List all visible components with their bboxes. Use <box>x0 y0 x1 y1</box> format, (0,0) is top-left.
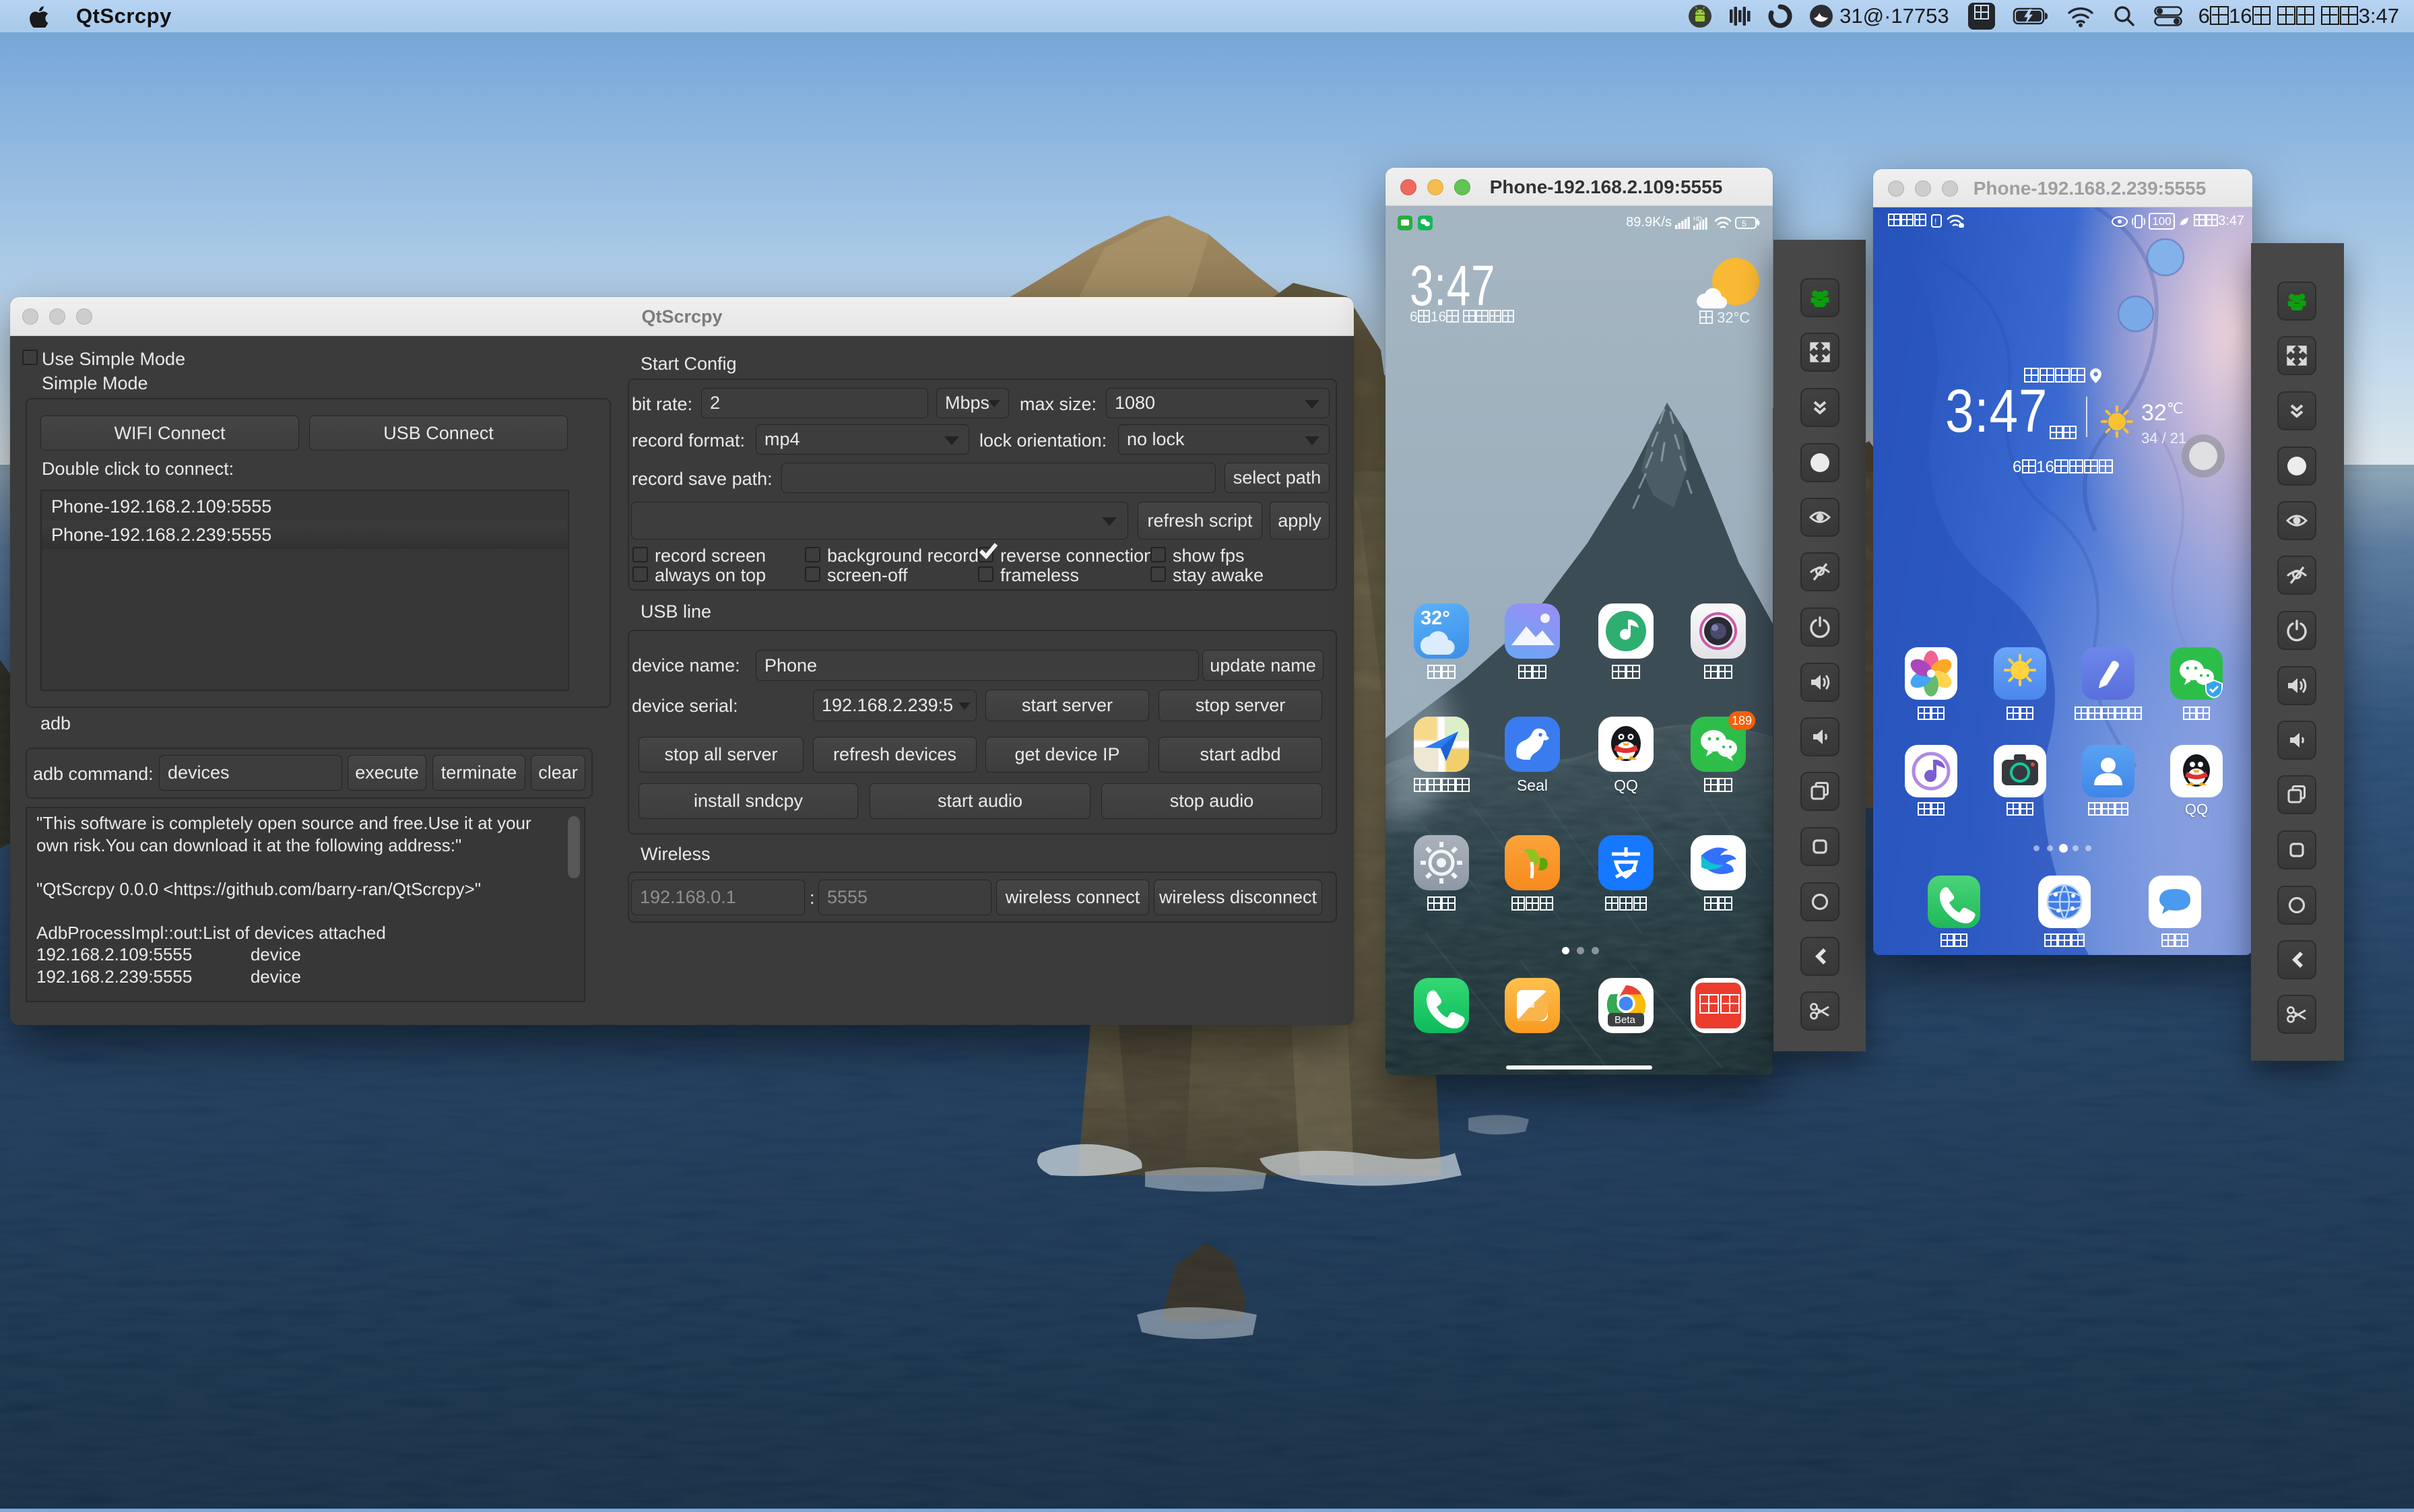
svg-text:!: ! <box>1934 217 1936 226</box>
svg-text:Beta: Beta <box>1614 1014 1636 1026</box>
svg-text:5: 5 <box>1742 219 1747 228</box>
svg-text:HD: HD <box>1693 216 1702 222</box>
